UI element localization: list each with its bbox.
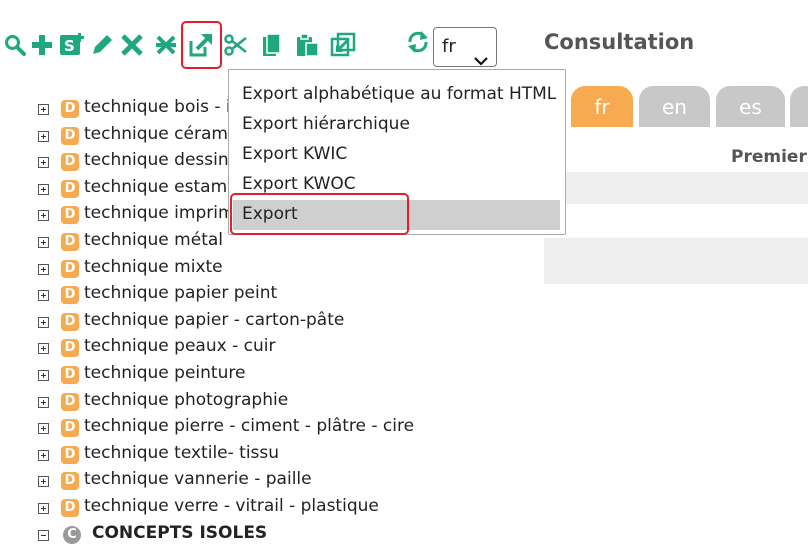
tree-item[interactable]: Dtechnique peaux - cuir: [38, 335, 498, 361]
descriptor-badge: D: [61, 259, 79, 278]
expand-icon[interactable]: [38, 370, 49, 381]
menu-item-label: Export KWOC: [242, 174, 356, 194]
expand-icon[interactable]: [38, 503, 49, 514]
tree-group-item[interactable]: C CONCEPTS ISOLES: [38, 522, 498, 548]
tree-item[interactable]: Dtechnique mixte: [38, 256, 498, 282]
tree-item[interactable]: Dtechnique textile- tissu: [38, 442, 498, 468]
expand-icon[interactable]: [38, 183, 49, 195]
tree-item-label[interactable]: technique vannerie - paille: [84, 469, 312, 489]
menu-item-export-hierarchique[interactable]: Export hiérarchique: [229, 110, 565, 140]
expand-icon[interactable]: [38, 104, 49, 115]
expand-icon[interactable]: [38, 210, 49, 222]
page-title: Consultation: [544, 30, 695, 54]
toolbar: S: [0, 28, 500, 62]
column-header: Premier: [731, 147, 807, 167]
descriptor-badge: D: [61, 179, 79, 198]
tree-item-label[interactable]: technique pierre - ciment - plâtre - cir…: [84, 416, 414, 436]
descriptor-badge: D: [61, 419, 79, 438]
import-icon[interactable]: [330, 31, 356, 59]
descriptor-badge: D: [61, 472, 79, 491]
refresh-icon[interactable]: [405, 28, 431, 56]
tab-en[interactable]: en: [639, 86, 710, 127]
tab-fr[interactable]: fr: [571, 86, 633, 127]
table-row: [544, 172, 808, 204]
tree-item[interactable]: Dtechnique papier peint: [38, 282, 498, 308]
expand-icon[interactable]: [38, 130, 49, 142]
tree-item-label[interactable]: technique peaux - cuir: [84, 336, 275, 356]
expand-icon[interactable]: [38, 476, 49, 488]
menu-item-export-html[interactable]: Export alphabétique au format HTML: [229, 80, 565, 110]
descriptor-badge: D: [61, 100, 79, 118]
tree-item[interactable]: Dtechnique papier - carton-pâte: [38, 309, 498, 335]
tree-item-label[interactable]: technique verre - vitrail - plastique: [84, 496, 379, 516]
tree-item-label[interactable]: technique peinture: [84, 363, 245, 383]
move-icon[interactable]: [153, 31, 179, 59]
copy-icon[interactable]: [259, 31, 285, 59]
tab-more[interactable]: [790, 86, 808, 127]
collapse-icon[interactable]: [38, 530, 49, 541]
concept-badge: C: [63, 526, 81, 544]
export-item-highlight: [230, 193, 409, 235]
menu-item-label: Export alphabétique au format HTML: [242, 84, 557, 104]
tree-item-label[interactable]: technique mixte: [84, 257, 223, 277]
expand-icon[interactable]: [38, 263, 49, 275]
tree-item[interactable]: Dtechnique pierre - ciment - plâtre - ci…: [38, 415, 498, 441]
expand-icon[interactable]: [38, 290, 49, 302]
descriptor-badge: D: [61, 339, 79, 358]
table-row: [544, 238, 808, 284]
tree-item[interactable]: Dtechnique vannerie - paille: [38, 468, 498, 494]
tree-item-label[interactable]: technique métal: [84, 230, 223, 250]
descriptor-badge: D: [61, 366, 79, 384]
descriptor-badge: D: [61, 233, 79, 251]
menu-item-label: Export hiérarchique: [242, 114, 410, 134]
synonym-icon[interactable]: S: [59, 31, 85, 59]
edit-icon[interactable]: [89, 31, 115, 59]
language-select[interactable]: fr: [433, 27, 497, 67]
descriptor-badge: D: [61, 445, 79, 464]
descriptor-badge: D: [61, 206, 79, 225]
tree-item-label[interactable]: technique papier peint: [84, 283, 277, 303]
expand-icon[interactable]: [38, 449, 49, 461]
search-icon[interactable]: [2, 31, 28, 59]
export-highlight: [181, 21, 222, 69]
tree-item[interactable]: Dtechnique verre - vitrail - plastique: [38, 495, 498, 521]
descriptor-badge: D: [61, 499, 79, 517]
expand-icon[interactable]: [38, 157, 49, 169]
menu-item-export-kwic[interactable]: Export KWIC: [229, 140, 565, 170]
tree-item-label[interactable]: technique papier - carton-pâte: [84, 310, 344, 330]
delete-icon[interactable]: [119, 31, 145, 59]
tree-item-label[interactable]: technique dessin: [84, 150, 229, 170]
tab-es[interactable]: es: [716, 86, 785, 127]
tree-item-label[interactable]: technique photographie: [84, 390, 288, 410]
descriptor-badge: D: [61, 126, 79, 145]
tree-item[interactable]: Dtechnique peinture: [38, 362, 498, 388]
add-icon[interactable]: [29, 31, 55, 59]
tree-group-label[interactable]: CONCEPTS ISOLES: [92, 523, 267, 543]
expand-icon[interactable]: [38, 237, 49, 248]
tree-item-label[interactable]: technique textile- tissu: [84, 443, 279, 463]
descriptor-badge: D: [61, 392, 79, 411]
descriptor-badge: D: [61, 153, 79, 172]
expand-icon[interactable]: [38, 396, 49, 408]
tree-item-label[interactable]: technique estampe: [84, 177, 248, 197]
expand-icon[interactable]: [38, 343, 49, 355]
descriptor-badge: D: [61, 312, 79, 331]
cut-icon[interactable]: [223, 31, 249, 59]
expand-icon[interactable]: [38, 423, 49, 435]
menu-item-label: Export KWIC: [242, 144, 348, 164]
paste-icon[interactable]: [295, 31, 321, 59]
tree-item[interactable]: Dtechnique photographie: [38, 389, 498, 415]
descriptor-badge: D: [61, 286, 79, 305]
expand-icon[interactable]: [38, 316, 49, 328]
svg-text:S: S: [64, 37, 75, 55]
language-select-value: fr: [442, 36, 456, 57]
